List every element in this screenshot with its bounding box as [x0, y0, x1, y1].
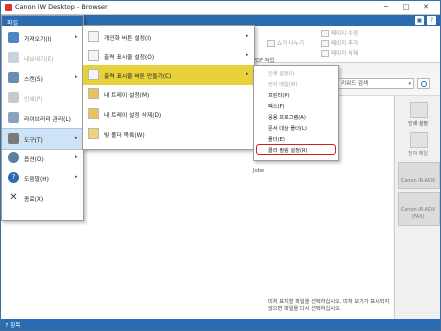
output-bar-email[interactable]: 전자 메일	[395, 150, 440, 157]
menu-item-print[interactable]: 인쇄(P)	[2, 88, 83, 108]
app-logo-icon	[5, 4, 12, 11]
menu-item-tools[interactable]: 도구(T) ▸	[2, 128, 83, 150]
ribbon-split[interactable]: 쇼기 나누기	[267, 39, 304, 47]
output-bar-fax[interactable]: Canon iR-ADV (FAX)	[395, 207, 440, 221]
menu-item-scan[interactable]: 스캔(S) ▸	[2, 68, 83, 88]
chevron-right-icon: ▸	[246, 71, 249, 77]
search-icon	[421, 81, 427, 87]
menu-item-application[interactable]: 응용 프로그램(A)	[254, 112, 338, 123]
menu-item-options[interactable]: 옵션(O) ▸	[2, 148, 83, 168]
export-icon	[8, 52, 19, 63]
output-button-submenu: 인쇄 설정(I) 전자 메일(M) 프린터(P) 팩스(F) 응용 프로그램(A…	[253, 65, 339, 161]
printer-icon	[398, 162, 440, 189]
close-icon[interactable]: ✕	[419, 2, 433, 12]
title-bar: Canon iW Desktop - Browser ─ □ ✕	[1, 1, 440, 15]
page-add-icon	[321, 40, 329, 47]
status-bar: 7 항목	[1, 319, 440, 330]
tray-delete-icon	[88, 108, 99, 119]
printer-icon	[8, 92, 19, 103]
options-icon	[8, 152, 19, 163]
chevron-right-icon: ▸	[75, 154, 78, 160]
file-menu: 파일 가져오기(I) ▸ 내보내기(E) 스캔(S) ▸ 인쇄(P) 라이브러리…	[1, 15, 84, 221]
chevron-down-icon[interactable]: ▾	[408, 79, 411, 90]
close-icon: ✕	[9, 192, 18, 203]
ribbon-edit-page[interactable]: 페이지 수정	[321, 29, 358, 37]
menu-item-print-settings[interactable]: 인쇄 설정(I)	[254, 68, 338, 79]
import-icon	[8, 32, 19, 43]
chevron-right-icon: ▸	[75, 135, 78, 141]
output-settings-icon	[88, 50, 99, 61]
menu-item-help[interactable]: ? 도움말(H) ▸	[2, 168, 83, 188]
chevron-right-icon: ▸	[246, 52, 249, 58]
scanner-icon	[8, 72, 19, 83]
menu-item-delete-my-tray[interactable]: 내 트레이 설정 삭제(D)	[83, 104, 254, 124]
menu-item-exit[interactable]: ✕ 종료(X)	[2, 188, 83, 208]
gear-icon	[88, 31, 99, 42]
output-bar: 인쇄 설정 전자 메일 Canon iR-ADV Canon iR-ADV (F…	[394, 96, 440, 319]
library-icon	[8, 112, 19, 123]
tray-icon	[88, 88, 99, 99]
ribbon-add-page[interactable]: 페이지 추가	[321, 39, 358, 47]
search-button[interactable]	[417, 78, 430, 89]
minimize-icon[interactable]: ─	[379, 2, 393, 12]
ribbon-delete-page[interactable]: 페이지 삭제	[321, 49, 358, 57]
menu-item-library[interactable]: 라이브러리 관리(L)	[2, 108, 83, 128]
folder-icon	[88, 128, 99, 139]
menu-item-create-output-button[interactable]: 출력 표시줄 버튼 만들기(C) ▸	[83, 65, 254, 85]
browser-window: Canon iW Desktop - Browser ─ □ ✕ ▣ ? 페이지…	[0, 0, 441, 331]
menu-item-output-bar-settings[interactable]: 출력 표시줄 설정(O) ▸	[83, 46, 254, 66]
menu-item-cloud-filing-settings[interactable]: 클라 필링 설정(R)	[256, 144, 336, 155]
menu-item-email[interactable]: 전자 메일(M)	[254, 79, 338, 90]
display-icon[interactable]: ▣	[415, 16, 424, 25]
menu-item-my-tray-settings[interactable]: 내 트레이 설정(M)	[83, 84, 254, 104]
status-count: 7 항목	[5, 323, 21, 329]
pdf-group-label: PDF 작업	[253, 58, 275, 64]
create-button-icon	[88, 69, 99, 80]
chevron-right-icon: ▸	[246, 33, 249, 39]
menu-item-doc-target-folder[interactable]: 문서 대상 폴더(L)	[254, 123, 338, 134]
menu-item-fax[interactable]: 팩스(F)	[254, 101, 338, 112]
tools-submenu: 개인화 버튼 설정(I) ▸ 출력 표시줄 설정(O) ▸ 출력 표시줄 버튼 …	[82, 25, 255, 150]
menu-item-export[interactable]: 내보내기(E)	[2, 48, 83, 68]
window-title: Canon iW Desktop - Browser	[15, 3, 108, 11]
file-menu-header[interactable]: 파일	[2, 16, 83, 27]
page-delete-icon	[321, 50, 329, 57]
help-icon[interactable]: ?	[427, 16, 436, 25]
chevron-right-icon: ▸	[75, 174, 78, 180]
menu-item-import[interactable]: 가져오기(I) ▸	[2, 28, 83, 48]
page-edit-icon	[321, 30, 329, 37]
maximize-icon[interactable]: □	[399, 2, 413, 12]
chevron-right-icon: ▸	[75, 34, 78, 40]
split-icon	[267, 40, 275, 47]
chevron-right-icon: ▸	[75, 74, 78, 80]
print-settings-icon	[410, 102, 428, 118]
help-icon: ?	[8, 172, 19, 183]
menu-item-hot-folder-list[interactable]: 빛 폴더 목록(W)	[83, 124, 254, 144]
behind-label-2: Jobe	[253, 168, 265, 174]
output-bar-print-settings[interactable]: 인쇄 설정	[395, 120, 440, 127]
search-input[interactable]: 키워드 검색 ▾	[337, 78, 414, 89]
menu-item-custom-button[interactable]: 개인화 버튼 설정(I) ▸	[83, 27, 254, 47]
email-icon	[410, 132, 428, 148]
output-bar-printer[interactable]: Canon iR-ADV	[395, 178, 440, 184]
menu-item-printer[interactable]: 프린터(P)	[254, 90, 338, 101]
tools-icon	[8, 133, 19, 144]
preview-hint: 미처 표지할 파일을 선택하십시오. 미처 보기가 표시되지 않으면 파일을 다…	[268, 299, 390, 312]
